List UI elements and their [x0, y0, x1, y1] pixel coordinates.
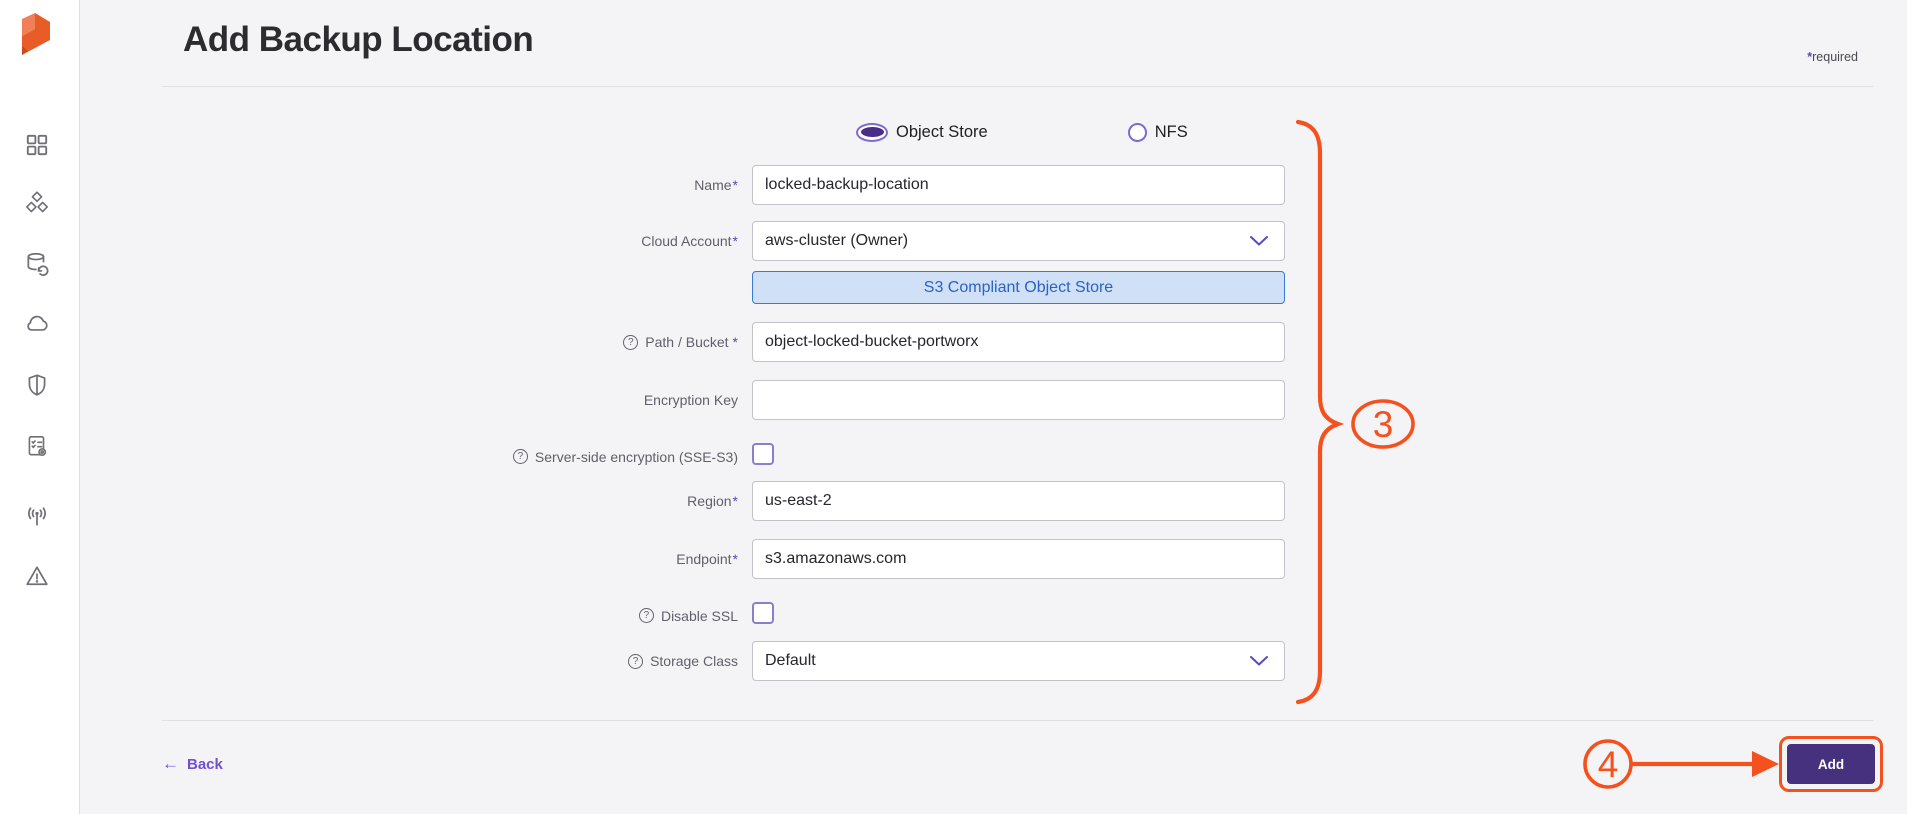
object-store-radio-circle[interactable] [856, 123, 888, 142]
s3-banner-row: S3 Compliant Object Store [80, 271, 1907, 304]
sidebar [0, 0, 80, 814]
endpoint-required-star: * [733, 551, 738, 567]
storage-class-select[interactable]: Default [752, 641, 1285, 681]
cloud-account-value: aws-cluster (Owner) [765, 232, 908, 250]
endpoint-row: Endpoint* [80, 539, 1907, 579]
region-input[interactable] [752, 481, 1285, 521]
cloud-account-select[interactable]: aws-cluster (Owner) [752, 221, 1285, 261]
back-label: Back [187, 756, 223, 773]
back-arrow-icon: ← [162, 754, 179, 774]
sidebar-cloud-icon[interactable] [24, 310, 50, 336]
name-required-star: * [733, 177, 738, 193]
object-store-radio[interactable]: Object Store [856, 123, 988, 142]
object-store-radio-label: Object Store [896, 123, 988, 142]
add-button[interactable]: Add [1787, 744, 1875, 784]
region-row: Region* [80, 481, 1907, 521]
nfs-radio[interactable]: NFS [1128, 123, 1188, 142]
portworx-logo-icon[interactable] [14, 10, 58, 64]
name-row: Name* [80, 165, 1907, 205]
cloud-account-label: Cloud Account [641, 233, 731, 249]
sidebar-applications-icon[interactable] [24, 189, 50, 215]
region-label: Region [687, 493, 731, 509]
encryption-key-row: Encryption Key [80, 380, 1907, 420]
help-icon[interactable]: ? [513, 449, 528, 464]
s3-compliant-banner: S3 Compliant Object Store [752, 271, 1285, 304]
disable-ssl-checkbox[interactable] [752, 602, 774, 624]
path-bucket-row: ? Path / Bucket * [80, 322, 1907, 362]
store-type-row: Object Store NFS [80, 112, 1907, 152]
disable-ssl-row: ? Disable SSL [80, 602, 1907, 624]
nfs-radio-label: NFS [1155, 123, 1188, 142]
path-bucket-label: Path / Bucket [645, 334, 728, 350]
storage-class-row: ? Storage Class Default [80, 641, 1907, 681]
back-button[interactable]: ← Back [162, 754, 223, 774]
name-input[interactable] [752, 165, 1285, 205]
help-icon[interactable]: ? [623, 335, 638, 350]
required-text: required [1812, 50, 1858, 64]
chevron-down-icon [1250, 236, 1268, 246]
name-label: Name [694, 177, 731, 193]
main-content: Add Backup Location *required Object Sto… [80, 0, 1907, 814]
encryption-key-label: Encryption Key [644, 392, 738, 408]
sidebar-dashboard-icon[interactable] [24, 132, 50, 158]
page-title: Add Backup Location [183, 20, 533, 60]
help-icon[interactable]: ? [628, 654, 643, 669]
add-backup-location-page: Add Backup Location *required Object Sto… [0, 0, 1907, 814]
sidebar-alerts-icon[interactable] [24, 563, 50, 589]
footer: ← Back Add [80, 736, 1907, 792]
sidebar-security-icon[interactable] [24, 372, 50, 398]
region-required-star: * [733, 493, 738, 509]
storage-class-label: Storage Class [650, 653, 738, 669]
page-header: Add Backup Location *required [162, 0, 1873, 87]
required-note: *required [1807, 50, 1858, 64]
sse-checkbox[interactable] [752, 443, 774, 465]
footer-divider [162, 720, 1873, 721]
chevron-down-icon [1250, 656, 1268, 666]
cloud-account-row: Cloud Account* aws-cluster (Owner) [80, 221, 1907, 261]
add-button-annotation-outline: Add [1779, 736, 1883, 792]
endpoint-label: Endpoint [676, 551, 731, 567]
sidebar-rules-icon[interactable] [24, 433, 50, 459]
path-bucket-required-star: * [733, 334, 738, 350]
sse-label: Server-side encryption (SSE-S3) [535, 449, 738, 465]
cloud-account-required-star: * [733, 233, 738, 249]
sse-row: ? Server-side encryption (SSE-S3) [80, 443, 1907, 465]
help-icon[interactable]: ? [639, 608, 654, 623]
path-bucket-input[interactable] [752, 322, 1285, 362]
nfs-radio-circle[interactable] [1128, 123, 1147, 142]
encryption-key-input[interactable] [752, 380, 1285, 420]
storage-class-value: Default [765, 652, 816, 670]
sidebar-backups-icon[interactable] [24, 251, 50, 277]
disable-ssl-label: Disable SSL [661, 608, 738, 624]
endpoint-input[interactable] [752, 539, 1285, 579]
sidebar-activity-icon[interactable] [24, 502, 50, 528]
